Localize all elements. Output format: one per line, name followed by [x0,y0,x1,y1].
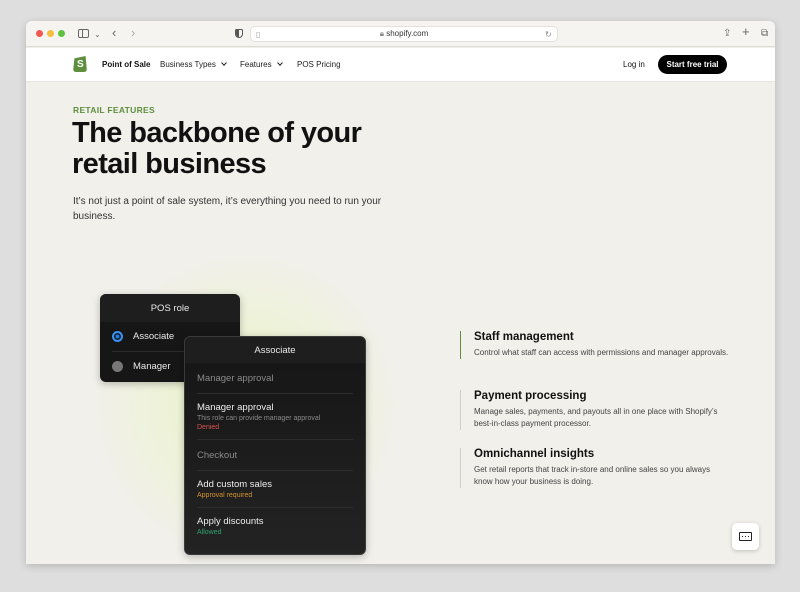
window-controls [36,30,65,37]
shopify-logo-icon[interactable]: S [73,56,87,72]
sidebar-icon[interactable] [78,29,89,38]
page-subtitle: It’s not just a point of sale system, it… [73,196,382,222]
chevron-down-icon [221,60,227,66]
permission-item[interactable]: Apply discounts Allowed [197,508,353,544]
nav-brand-link[interactable]: Point of Sale [102,60,150,69]
associate-card-title: Associate [185,337,365,363]
login-link[interactable]: Log in [623,60,645,69]
feature-payment-processing[interactable]: Payment processing Manage sales, payment… [460,390,730,430]
status-approval-required: Approval required [197,492,253,499]
back-icon[interactable]: ‹ [112,26,116,40]
address-bar[interactable]: ▯ 🔒︎ shopify.com ↻ [250,26,558,42]
permission-item[interactable]: Manager approval This role can provide m… [197,394,353,440]
maximize-window-button[interactable] [58,30,65,37]
site-nav: S Point of Sale Business Types Features … [26,48,775,82]
page-title: The backbone of your retail business [72,117,362,180]
start-free-trial-button[interactable]: Start free trial [658,55,727,74]
reload-icon[interactable]: ↻ [545,28,552,42]
url-text: 🔒︎ shopify.com [379,29,429,38]
feature-staff-management[interactable]: Staff management Control what staff can … [460,331,730,359]
nav-business-types[interactable]: Business Types [160,60,227,69]
chevron-down-icon [276,60,283,66]
section-heading: Manager approval [197,363,353,394]
nav-features[interactable]: Features [240,60,283,69]
status-denied: Denied [197,424,220,431]
radio-selected-icon[interactable] [112,331,123,342]
associate-permissions-card: Associate Manager approval Manager appro… [184,336,366,555]
nav-pos-pricing[interactable]: POS Pricing [297,60,341,69]
feature-omnichannel-insights[interactable]: Omnichannel insights Get retail reports … [460,448,730,488]
status-allowed: Allowed [197,529,222,536]
chat-icon [739,532,752,541]
chat-button[interactable] [732,523,759,550]
close-window-button[interactable] [36,30,43,37]
section-eyebrow: RETAIL FEATURES [73,105,155,115]
tabs-overview-icon[interactable]: ⧉ [761,27,768,41]
share-icon[interactable]: ⇪ [723,27,731,41]
privacy-shield-icon[interactable] [235,29,243,38]
browser-window: ⌄ ‹ › ▯ 🔒︎ shopify.com ↻ ⇪ + ⧉ S Point o… [26,21,775,564]
forward-icon[interactable]: › [131,26,135,40]
section-heading: Checkout [197,440,353,471]
new-tab-icon[interactable]: + [742,25,750,39]
pos-role-title: POS role [100,294,240,322]
minimize-window-button[interactable] [47,30,54,37]
chevron-down-icon[interactable]: ⌄ [94,28,101,42]
radio-unselected-icon[interactable] [112,360,123,372]
permission-item[interactable]: Add custom sales Approval required [197,471,353,508]
browser-toolbar: ⌄ ‹ › ▯ 🔒︎ shopify.com ↻ ⇪ + ⧉ [26,21,775,47]
